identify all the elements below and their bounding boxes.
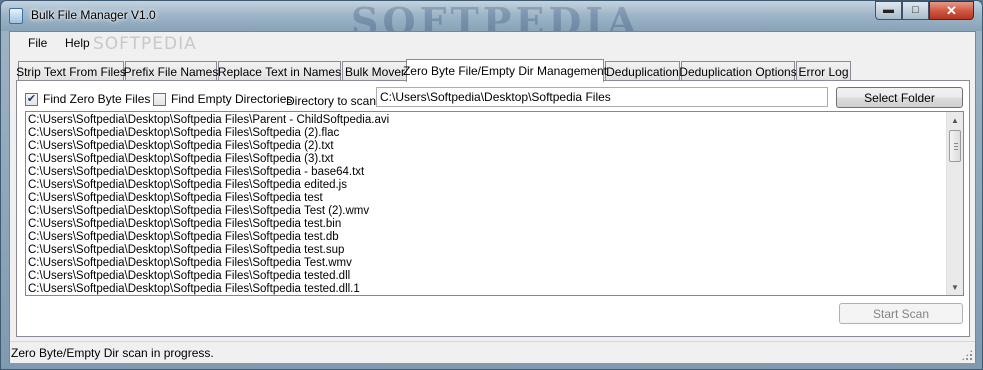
tab-deduplication-options[interactable]: Deduplication Options	[679, 61, 797, 81]
results-scrollbar[interactable]: ▲ ▼	[946, 112, 963, 295]
list-item[interactable]: C:\Users\Softpedia\Desktop\Softpedia Fil…	[28, 244, 948, 257]
scroll-down-icon[interactable]: ▼	[947, 279, 963, 295]
find-empty-dirs-checkbox-row[interactable]: Find Empty Directories	[153, 92, 292, 106]
find-zero-byte-checkbox[interactable]: ✔	[25, 92, 38, 106]
maximize-icon: □	[912, 4, 919, 16]
list-item[interactable]: C:\Users\Softpedia\Desktop\Softpedia Fil…	[28, 166, 948, 179]
results-list[interactable]: C:\Users\Softpedia\Desktop\Softpedia Fil…	[25, 111, 964, 296]
list-item[interactable]: C:\Users\Softpedia\Desktop\Softpedia Fil…	[28, 257, 948, 270]
list-item[interactable]: C:\Users\Softpedia\Desktop\Softpedia Fil…	[28, 270, 948, 283]
menu-help[interactable]: Help	[65, 36, 90, 50]
list-item[interactable]: C:\Users\Softpedia\Desktop\Softpedia Fil…	[28, 127, 948, 140]
find-zero-byte-checkbox-row[interactable]: ✔ Find Zero Byte Files	[25, 92, 150, 106]
menu-bar: File Help SOFTPEDIA	[10, 32, 975, 54]
title-bar[interactable]: Bulk File Manager V1.0 SOFTPEDIA ▬ □ ✕	[1, 0, 982, 44]
list-item[interactable]: C:\Users\Softpedia\Desktop\Softpedia Fil…	[28, 140, 948, 153]
app-icon	[9, 8, 23, 24]
find-empty-dirs-label: Find Empty Directories	[171, 92, 293, 106]
tab-error-log[interactable]: Error Log	[796, 61, 851, 81]
list-item[interactable]: C:\Users\Softpedia\Desktop\Softpedia Fil…	[28, 153, 948, 166]
directory-label: Directory to scan:	[286, 94, 380, 108]
resize-grip-icon[interactable]	[961, 349, 973, 361]
list-item[interactable]: C:\Users\Softpedia\Desktop\Softpedia Fil…	[28, 114, 948, 127]
minimize-button[interactable]: ▬	[875, 1, 902, 20]
checkmark-icon: ✔	[26, 92, 37, 105]
list-item[interactable]: C:\Users\Softpedia\Desktop\Softpedia Fil…	[28, 283, 948, 295]
tab-zero-byte-management[interactable]: Zero Byte File/Empty Dir Management	[403, 59, 607, 82]
app-window: Bulk File Manager V1.0 SOFTPEDIA ▬ □ ✕ F…	[0, 0, 983, 370]
thumb-grip-line	[954, 146, 958, 147]
tab-bulk-mover[interactable]: Bulk Mover	[342, 61, 408, 81]
close-icon: ✕	[946, 3, 957, 18]
list-item[interactable]: C:\Users\Softpedia\Desktop\Softpedia Fil…	[28, 231, 948, 244]
minimize-icon: ▬	[883, 4, 894, 16]
zero-byte-tab-page: ✔ Find Zero Byte Files Find Empty Direct…	[16, 80, 970, 337]
find-empty-dirs-checkbox[interactable]	[153, 92, 166, 106]
select-folder-button[interactable]: Select Folder	[836, 87, 963, 108]
list-item[interactable]: C:\Users\Softpedia\Desktop\Softpedia Fil…	[28, 218, 948, 231]
thumb-grip-line	[954, 149, 958, 150]
client-area: File Help SOFTPEDIA Strip Text From File…	[9, 31, 976, 363]
find-zero-byte-label: Find Zero Byte Files	[43, 92, 151, 106]
directory-input[interactable]	[376, 87, 828, 107]
status-bar: Zero Byte/Empty Dir scan in progress.	[10, 341, 975, 363]
tab-replace-text[interactable]: Replace Text in Names	[218, 61, 341, 81]
list-item[interactable]: C:\Users\Softpedia\Desktop\Softpedia Fil…	[28, 192, 948, 205]
scroll-up-icon[interactable]: ▲	[947, 112, 963, 128]
close-button[interactable]: ✕	[929, 1, 974, 20]
tab-strip-text[interactable]: Strip Text From Files	[16, 61, 126, 81]
results-items: C:\Users\Softpedia\Desktop\Softpedia Fil…	[28, 114, 948, 295]
caption-buttons: ▬ □ ✕	[875, 1, 974, 20]
maximize-button[interactable]: □	[902, 1, 929, 20]
status-text: Zero Byte/Empty Dir scan in progress.	[11, 346, 214, 360]
tab-prefix-file-names[interactable]: Prefix File Names	[124, 61, 218, 81]
list-item[interactable]: C:\Users\Softpedia\Desktop\Softpedia Fil…	[28, 179, 948, 192]
scroll-thumb[interactable]	[949, 130, 961, 162]
menu-watermark: SOFTPEDIA	[93, 34, 197, 54]
tab-deduplication[interactable]: Deduplication	[605, 61, 680, 81]
start-scan-button[interactable]: Start Scan	[839, 303, 963, 324]
list-item[interactable]: C:\Users\Softpedia\Desktop\Softpedia Fil…	[28, 205, 948, 218]
window-title: Bulk File Manager V1.0	[31, 8, 156, 22]
menu-file[interactable]: File	[28, 36, 47, 50]
thumb-grip-line	[954, 143, 958, 144]
